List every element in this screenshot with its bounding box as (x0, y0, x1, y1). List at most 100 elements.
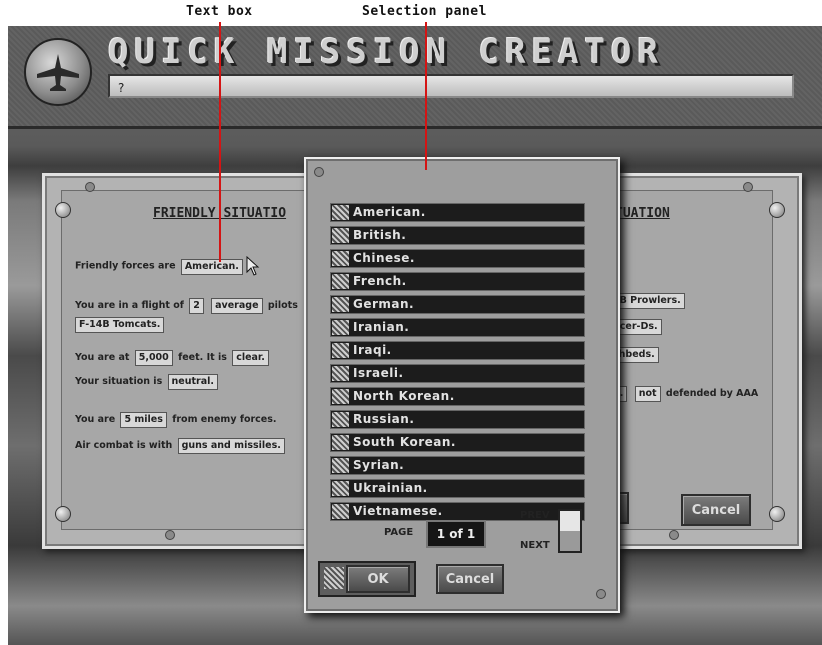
weapons-select[interactable]: guns and missiles. (177, 438, 285, 454)
list-item[interactable]: Chinese. (330, 249, 585, 268)
list-item[interactable]: Iraqi. (330, 341, 585, 360)
list-item-label: British. (353, 228, 407, 242)
aircraft-line: F-14B Tomcats. (73, 317, 166, 333)
list-item[interactable]: Syrian. (330, 456, 585, 475)
enemy-heading: TUATION (615, 206, 670, 221)
air-combat-line: Air combat is with guns and missiles. (75, 438, 287, 454)
hatch-icon (332, 343, 349, 358)
situation-line: Your situation is neutral. (75, 374, 220, 390)
selection-panel: American. British. Chinese. French. German. I… (304, 157, 620, 613)
list-item-label: Russian. (353, 412, 415, 426)
rivet-icon (85, 182, 95, 192)
list-item-label: American. (353, 205, 426, 219)
screw-icon (769, 202, 785, 218)
cancel-button[interactable]: Cancel (436, 564, 504, 594)
distance-select[interactable]: 5 miles (120, 412, 167, 428)
list-item-label: French. (353, 274, 407, 288)
screw-icon (55, 506, 71, 522)
description-text-box[interactable]: ? (108, 74, 794, 98)
hatch-icon (332, 412, 349, 427)
page-label: PAGE (384, 527, 414, 538)
weather-select[interactable]: clear. (232, 350, 269, 366)
altitude-line: You are at 5,000 feet. It is clear. (75, 350, 271, 366)
list-item-label: Vietnamese. (353, 504, 443, 518)
list-item[interactable]: French. (330, 272, 585, 291)
pilots-label: pilots (267, 300, 298, 311)
hatch-icon (332, 205, 349, 220)
ok-button-frame: OK (318, 561, 416, 597)
ok-button[interactable]: OK (346, 565, 410, 593)
hatch-icon (332, 297, 349, 312)
situation-select[interactable]: neutral. (167, 374, 219, 390)
app-title: QUICK MISSION CREATOR (108, 32, 664, 72)
altitude-label: You are at (75, 352, 130, 363)
enemy-cancel-button[interactable]: Cancel (681, 494, 751, 526)
aaa-label: defended by AAA (665, 388, 759, 399)
screw-icon (55, 202, 71, 218)
enemy-defense-fragment: g. not defended by AAA (609, 386, 758, 402)
hatch-icon (324, 567, 344, 589)
enemy-aircraft-select[interactable]: 6B Prowlers. (609, 293, 685, 309)
air-combat-label: Air combat is with (75, 440, 173, 451)
hatch-icon (332, 458, 349, 473)
header-bar: QUICK MISSION CREATOR ? (8, 26, 822, 129)
list-item-label: Iranian. (353, 320, 410, 334)
list-item[interactable]: Ukrainian. (330, 479, 585, 498)
hatch-icon (332, 389, 349, 404)
friendly-forces-select[interactable]: American. (180, 258, 243, 275)
hatch-icon (332, 320, 349, 335)
flight-count-select[interactable]: 2 (189, 298, 204, 314)
enemy-situation-panel: TUATION 6B Prowlers. ncer-Ds. shbeds. g.… (594, 173, 802, 549)
enemy-aircraft-fragment: 6B Prowlers. (609, 293, 687, 309)
list-item-label: Israeli. (353, 366, 404, 380)
weather-label: feet. It is (178, 352, 227, 363)
next-page-button[interactable] (560, 531, 580, 551)
friendly-situation-panel: FRIENDLY SITUATIO Friendly forces are Am… (42, 173, 348, 549)
callout-text-box: Text box (186, 4, 253, 19)
list-item-label: German. (353, 297, 415, 311)
rivet-icon (314, 167, 324, 177)
list-item[interactable]: South Korean. (330, 433, 585, 452)
selection-panel-leader-line (425, 22, 427, 170)
text-box-leader-line (219, 22, 221, 262)
list-item[interactable]: British. (330, 226, 585, 245)
list-item-label: Iraqi. (353, 343, 392, 357)
list-item-label: North Korean. (353, 389, 455, 403)
screw-icon (769, 506, 785, 522)
list-item[interactable]: North Korean. (330, 387, 585, 406)
aircraft-select[interactable]: F-14B Tomcats. (75, 317, 165, 333)
jet-emblem-icon (24, 38, 92, 106)
list-item[interactable]: Russian. (330, 410, 585, 429)
list-item-label: Ukrainian. (353, 481, 428, 495)
distance-suffix: from enemy forces. (172, 414, 277, 425)
flight-line: You are in a flight of 2 average pilots (75, 298, 298, 314)
hatch-icon (332, 481, 349, 496)
list-item[interactable]: Iranian. (330, 318, 585, 337)
rivet-icon (669, 530, 679, 540)
list-item[interactable]: German. (330, 295, 585, 314)
mouse-cursor-icon (246, 255, 260, 276)
page-toggle-switch[interactable] (558, 509, 582, 553)
aaa-select[interactable]: not (634, 386, 661, 402)
list-item[interactable]: American. (330, 203, 585, 222)
game-window: QUICK MISSION CREATOR ? FRIENDLY SITUATI… (8, 26, 822, 645)
hatch-icon (332, 274, 349, 289)
friendly-forces-label: Friendly forces are (75, 260, 176, 272)
situation-label: Your situation is (75, 376, 163, 387)
rivet-icon (743, 182, 753, 192)
friendly-forces-line: Friendly forces are American. (75, 255, 260, 276)
altitude-select[interactable]: 5,000 (134, 350, 173, 366)
flight-label: You are in a flight of (75, 300, 184, 311)
distance-label: You are (75, 414, 116, 425)
prev-page-button[interactable] (560, 511, 580, 531)
pilot-skill-select[interactable]: average (211, 298, 263, 314)
hatch-icon (332, 435, 349, 450)
hatch-icon (332, 228, 349, 243)
list-item-label: South Korean. (353, 435, 456, 449)
list-item-label: Syrian. (353, 458, 405, 472)
list-item[interactable]: Israeli. (330, 364, 585, 383)
prev-label: PREV (520, 510, 550, 521)
hatch-icon (332, 366, 349, 381)
distance-line: You are 5 miles from enemy forces. (75, 412, 277, 428)
next-label: NEXT (520, 540, 550, 551)
